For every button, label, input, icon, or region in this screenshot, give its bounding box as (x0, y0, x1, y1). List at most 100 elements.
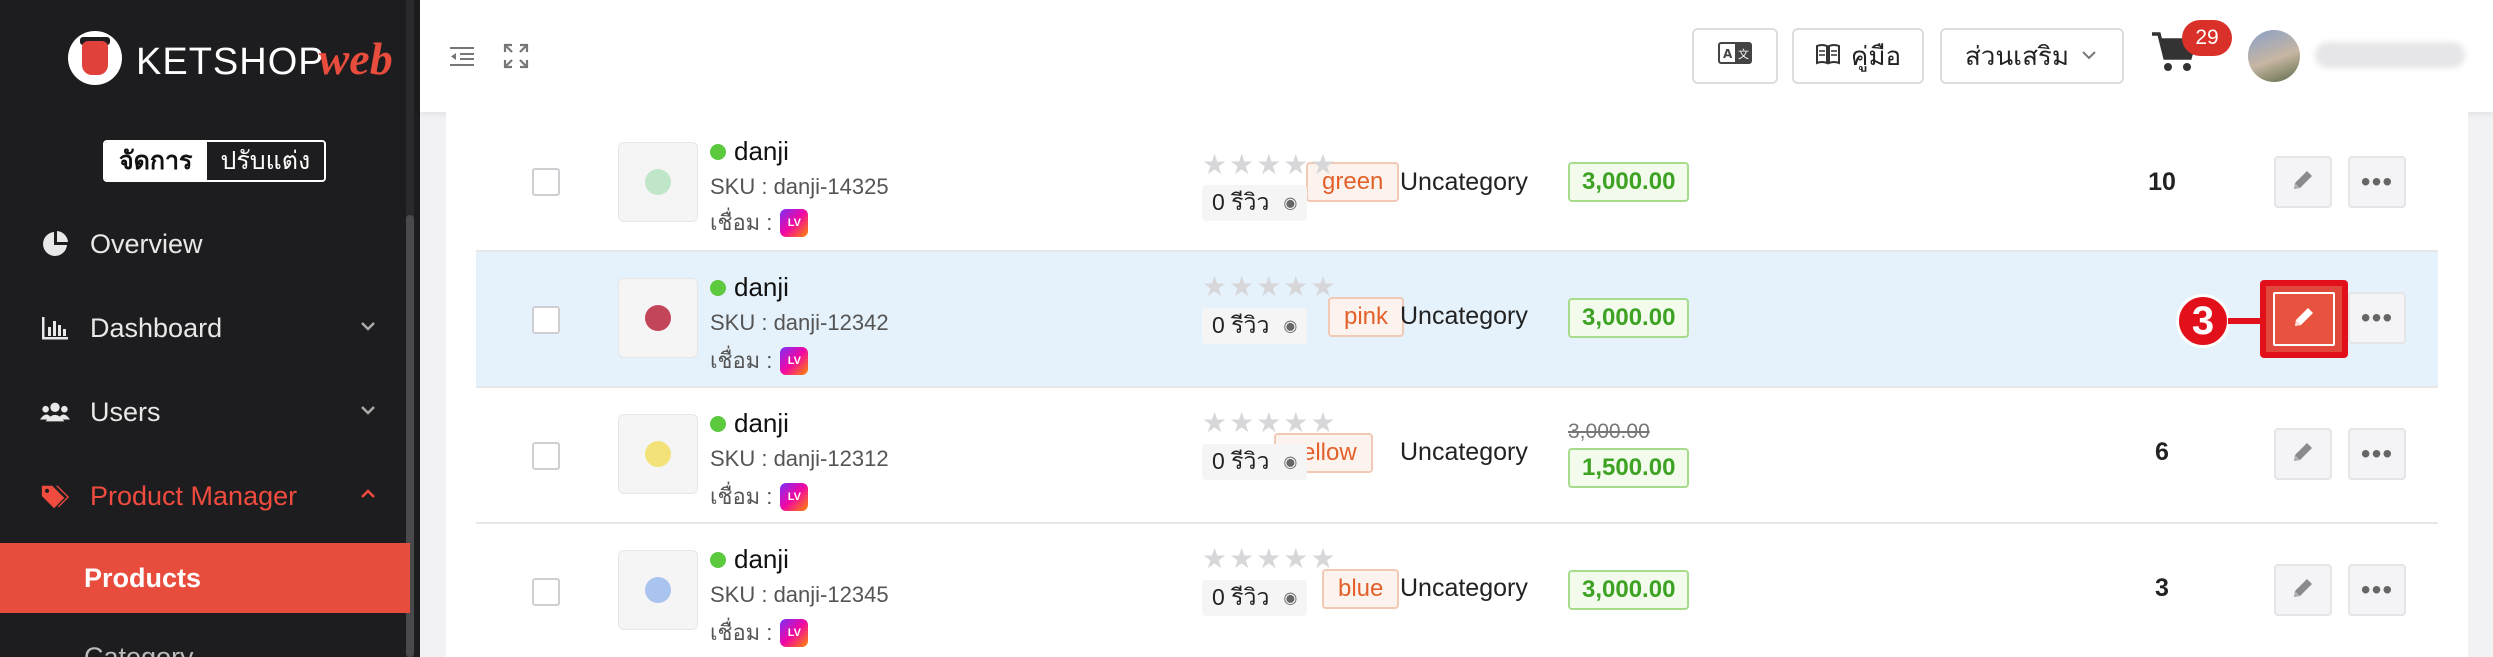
step-number-badge: 3 (2176, 294, 2230, 348)
translate-button[interactable]: A文 (1692, 28, 1778, 84)
product-image (645, 305, 671, 331)
review-count: 0 รีวิว ◉ (1202, 580, 1308, 616)
review-count: 0 รีวิว ◉ (1202, 185, 1308, 221)
price-cell: 3,000.00 1,500.00 (1568, 420, 1690, 488)
sidebar-item-product-manager[interactable]: Product Manager (0, 454, 410, 538)
rating-stars: ★★★★★ (1202, 543, 1338, 574)
eye-icon[interactable]: ◉ (1283, 588, 1297, 608)
review-count-text: 0 รีวิว (1212, 312, 1270, 338)
sidebar-item-category[interactable]: Category (84, 642, 194, 657)
stock-count: 6 (2155, 438, 2169, 466)
pie-chart-icon (40, 229, 70, 259)
product-name[interactable]: danji (710, 136, 789, 167)
more-options-button[interactable]: ••• (2348, 292, 2406, 344)
username-blurred[interactable] (2315, 42, 2465, 68)
collapse-menu-icon[interactable] (446, 40, 478, 72)
mode-manage-button[interactable]: จัดการ (105, 142, 207, 180)
product-link: เชื่อม : LV (710, 343, 809, 378)
table-row: danji SKU : danji-12345 เชื่อม : LV blue … (476, 524, 2438, 657)
edit-button[interactable] (2274, 564, 2332, 616)
product-image (645, 441, 671, 467)
variant-tag: blue (1322, 569, 1400, 609)
product-name[interactable]: danji (710, 408, 789, 439)
product-name[interactable]: danji (710, 544, 789, 575)
shop-bag-icon (68, 31, 122, 85)
fullscreen-icon[interactable] (500, 40, 532, 72)
row-checkbox[interactable] (532, 168, 560, 196)
mode-customize-button[interactable]: ปรับแต่ง (206, 142, 325, 180)
product-image (645, 577, 671, 603)
review-count-text: 0 รีวิว (1212, 584, 1270, 610)
product-name-text: danji (734, 544, 789, 574)
pencil-icon (2291, 304, 2317, 335)
ellipsis-icon: ••• (2360, 438, 2394, 469)
row-checkbox[interactable] (532, 306, 560, 334)
table-row: danji SKU : danji-14325 เชื่อม : LV green… (476, 112, 2438, 252)
svg-text:文: 文 (1738, 47, 1749, 61)
eye-icon[interactable]: ◉ (1283, 452, 1297, 472)
more-options-button[interactable]: ••• (2348, 428, 2406, 480)
price-badge: 3,000.00 (1568, 298, 1690, 338)
review-count-text: 0 รีวิว (1212, 189, 1270, 215)
pencil-icon (2290, 439, 2316, 470)
more-options-button[interactable]: ••• (2348, 564, 2406, 616)
book-icon (1815, 41, 1841, 72)
brand-name: KETSHOP (136, 40, 325, 83)
edit-button-inner (2273, 292, 2335, 346)
product-name[interactable]: danji (710, 272, 789, 303)
svg-text:A: A (1723, 47, 1733, 61)
sidebar-item-products[interactable]: Products (0, 543, 410, 613)
edit-button-highlighted[interactable] (2260, 280, 2348, 358)
product-thumbnail[interactable] (618, 278, 698, 358)
step-connector (2228, 318, 2264, 324)
status-dot-icon (710, 551, 726, 568)
sidebar-item-overview[interactable]: Overview (0, 202, 410, 286)
ellipsis-icon: ••• (2360, 166, 2394, 197)
link-label: เชื่อม : (710, 620, 773, 645)
marketplace-app-icon[interactable]: LV (780, 346, 809, 375)
product-thumbnail[interactable] (618, 414, 698, 494)
sidebar-item-dashboard[interactable]: Dashboard (0, 286, 410, 370)
marketplace-app-icon[interactable]: LV (780, 208, 809, 237)
chevron-down-icon (358, 400, 382, 424)
marketplace-app-icon[interactable]: LV (780, 482, 809, 511)
edit-button[interactable] (2274, 156, 2332, 208)
table-row: danji SKU : danji-12312 เชื่อม : LV yello… (476, 388, 2438, 524)
pencil-icon (2290, 167, 2316, 198)
addons-label: ส่วนเสริม (1964, 40, 2070, 71)
link-label: เชื่อม : (710, 210, 773, 235)
sidebar-item-users[interactable]: Users (0, 370, 410, 454)
row-checkbox[interactable] (532, 578, 560, 606)
more-options-button[interactable]: ••• (2348, 156, 2406, 208)
ellipsis-icon: ••• (2360, 302, 2394, 333)
manual-label: คู่มือ (1850, 40, 1902, 71)
product-thumbnail[interactable] (618, 550, 698, 630)
chevron-down-icon (2079, 41, 2099, 72)
manual-button[interactable]: คู่มือ (1792, 28, 1924, 84)
row-checkbox[interactable] (532, 442, 560, 470)
price-cell: 3,000.00 (1568, 162, 1690, 202)
edit-button[interactable] (2274, 428, 2332, 480)
product-link: เชื่อม : LV (710, 479, 809, 514)
user-avatar[interactable] (2248, 30, 2300, 82)
mode-switch: จัดการ ปรับแต่ง (103, 140, 327, 182)
link-label: เชื่อม : (710, 484, 773, 509)
product-category: Uncategory (1400, 168, 1528, 196)
product-link: เชื่อม : LV (710, 615, 809, 650)
stock-count: 3 (2155, 574, 2169, 602)
variant-tag: pink (1328, 297, 1405, 337)
status-dot-icon (710, 415, 726, 432)
marketplace-app-icon[interactable]: LV (780, 618, 809, 647)
rating-stars: ★★★★★ (1202, 407, 1338, 438)
product-image (645, 169, 671, 195)
ellipsis-icon: ••• (2360, 574, 2394, 605)
addons-dropdown[interactable]: ส่วนเสริม (1940, 28, 2124, 84)
eye-icon[interactable]: ◉ (1283, 316, 1297, 336)
eye-icon[interactable]: ◉ (1283, 193, 1297, 213)
brand-logo[interactable]: KETSHOPweb (68, 28, 393, 88)
product-sku: SKU : danji-12312 (710, 446, 889, 471)
chevron-down-icon (358, 316, 382, 340)
product-thumbnail[interactable] (618, 142, 698, 222)
sidebar-item-label: Dashboard (90, 312, 223, 343)
rating-stars: ★★★★★ (1202, 271, 1338, 302)
